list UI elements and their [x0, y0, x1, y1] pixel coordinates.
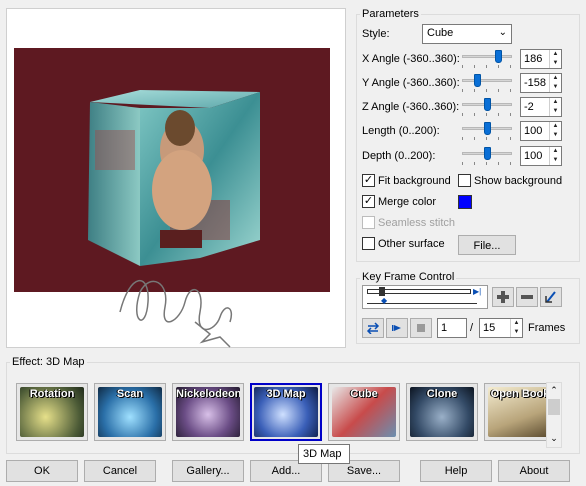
cancel-button[interactable]: Cancel — [84, 460, 156, 482]
style-label: Style: — [362, 28, 390, 40]
play-icon[interactable] — [386, 318, 408, 338]
effect-clone-thumbnail: Clone — [410, 387, 474, 437]
effect-nickelodeon-label: Nickelodeon — [176, 388, 240, 400]
effect-scan-button[interactable]: Scan — [94, 383, 166, 441]
frame-separator: / — [470, 322, 474, 334]
total-frames-stepper[interactable]: ▲ ▼ — [510, 319, 522, 337]
effect-3d-map-thumbnail: 3D Map — [254, 387, 318, 437]
show-background-label: Show background — [474, 175, 563, 187]
timeline-slider[interactable]: ▶| ◆ — [362, 285, 488, 309]
depth-label: Depth (0..200): — [362, 150, 436, 162]
style-select-value: Cube — [427, 27, 454, 39]
length-label: Length (0..200): — [362, 125, 440, 137]
y-angle-stepper[interactable]: ▲ ▼ — [549, 74, 561, 92]
tooltip: 3D Map — [298, 444, 350, 464]
length-slider-thumb[interactable] — [484, 122, 491, 135]
depth-input[interactable]: 100 ▲ ▼ — [520, 146, 562, 166]
other-surface-checkbox[interactable] — [362, 237, 375, 250]
show-background-checkbox[interactable] — [458, 174, 471, 187]
effect-cube-thumbnail: Cube — [332, 387, 396, 437]
x-angle-slider-ticks — [462, 65, 512, 68]
effect-nickelodeon-button[interactable]: Nickelodeon — [172, 383, 244, 441]
chevron-down-icon: ⌄ — [498, 27, 507, 38]
z-angle-stepper[interactable]: ▲ ▼ — [549, 98, 561, 116]
effect-3d-map-button[interactable]: 3D Map — [250, 383, 322, 441]
x-angle-slider-track — [462, 55, 512, 58]
parameters-title: Parameters — [360, 8, 421, 20]
y-angle-slider[interactable] — [462, 74, 512, 94]
remove-keyframe-icon[interactable] — [516, 287, 538, 307]
effect-open-book-label: Open Book — [490, 388, 550, 400]
effect-title: Effect: 3D Map — [10, 356, 87, 368]
fit-background-checkbox[interactable]: ✓ — [362, 174, 375, 187]
cube-preview-image — [88, 90, 260, 266]
length-slider-ticks — [462, 137, 512, 140]
current-frame-input[interactable]: 1 — [437, 318, 467, 338]
depth-slider-ticks — [462, 162, 512, 165]
merge-color-swatch[interactable] — [458, 195, 472, 209]
depth-stepper[interactable]: ▲ ▼ — [549, 147, 561, 165]
length-slider[interactable] — [462, 122, 512, 142]
merge-color-label: Merge color — [378, 196, 437, 208]
z-angle-input[interactable]: -2 ▲ ▼ — [520, 97, 562, 117]
stop-icon[interactable] — [410, 318, 432, 338]
seamless-stitch-checkbox — [362, 216, 375, 229]
seamless-stitch-label: Seamless stitch — [378, 217, 456, 229]
signature-watermark — [119, 280, 232, 348]
effect-cube-button[interactable]: Cube — [328, 383, 400, 441]
style-select[interactable]: Cube ⌄ — [422, 24, 512, 44]
merge-color-checkbox[interactable]: ✓ — [362, 195, 375, 208]
scroll-down-icon[interactable]: ⌄ — [548, 433, 560, 444]
effect-rotation-button[interactable]: Rotation — [16, 383, 88, 441]
effect-clone-button[interactable]: Clone — [406, 383, 478, 441]
effect-open-book-thumbnail: Open Book — [488, 387, 552, 437]
about-button[interactable]: About — [498, 460, 570, 482]
keyframe-title: Key Frame Control — [360, 271, 457, 283]
effect-scan-thumbnail: Scan — [98, 387, 162, 437]
frames-label: Frames — [528, 322, 566, 334]
effect-rotation-thumbnail: Rotation — [20, 387, 84, 437]
fit-background-label: Fit background — [378, 175, 451, 187]
y-angle-label: Y Angle (-360..360): — [362, 77, 460, 89]
effect-rotation-label: Rotation — [29, 388, 75, 400]
loop-icon[interactable] — [362, 318, 384, 338]
total-frames-input[interactable]: 15 ▲ ▼ — [479, 318, 523, 338]
swap-keyframe-icon[interactable] — [540, 287, 562, 307]
z-angle-slider-ticks — [462, 113, 512, 116]
effect-3d-map-label: 3D Map — [266, 388, 306, 400]
y-angle-slider-ticks — [462, 89, 512, 92]
file-button[interactable]: File... — [458, 235, 516, 255]
timeline-thumb[interactable] — [379, 287, 385, 296]
help-button[interactable]: Help — [420, 460, 492, 482]
x-angle-slider-thumb[interactable] — [495, 50, 502, 63]
scroll-thumb[interactable] — [548, 399, 560, 415]
effect-scrollbar[interactable]: ⌃ ⌄ — [546, 382, 562, 448]
keyframe-diamond-icon[interactable]: ◆ — [381, 297, 389, 305]
x-angle-slider[interactable] — [462, 50, 512, 70]
scroll-up-icon[interactable]: ⌃ — [548, 385, 560, 396]
effect-cube-label: Cube — [350, 388, 378, 400]
y-angle-slider-thumb[interactable] — [474, 74, 481, 87]
y-angle-slider-track — [462, 79, 512, 82]
y-angle-input[interactable]: -158 ▲ ▼ — [520, 73, 562, 93]
z-angle-slider[interactable] — [462, 98, 512, 118]
effect-clone-label: Clone — [426, 388, 458, 400]
other-surface-label: Other surface — [378, 238, 445, 250]
x-angle-label: X Angle (-360..360): — [362, 53, 460, 65]
timeline-end-icon[interactable]: ▶| — [473, 287, 483, 297]
length-input[interactable]: 100 ▲ ▼ — [520, 121, 562, 141]
add-keyframe-icon[interactable] — [492, 287, 514, 307]
effect-nickelodeon-thumbnail: Nickelodeon — [176, 387, 240, 437]
effect-scan-label: Scan — [116, 388, 144, 400]
gallery-button[interactable]: Gallery... — [172, 460, 244, 482]
z-angle-slider-thumb[interactable] — [484, 98, 491, 111]
x-angle-input[interactable]: 186 ▲ ▼ — [520, 49, 562, 69]
x-angle-stepper[interactable]: ▲ ▼ — [549, 50, 561, 68]
ok-button[interactable]: OK — [6, 460, 78, 482]
depth-slider[interactable] — [462, 147, 512, 167]
z-angle-label: Z Angle (-360..360): — [362, 101, 460, 113]
depth-slider-thumb[interactable] — [484, 147, 491, 160]
length-stepper[interactable]: ▲ ▼ — [549, 122, 561, 140]
